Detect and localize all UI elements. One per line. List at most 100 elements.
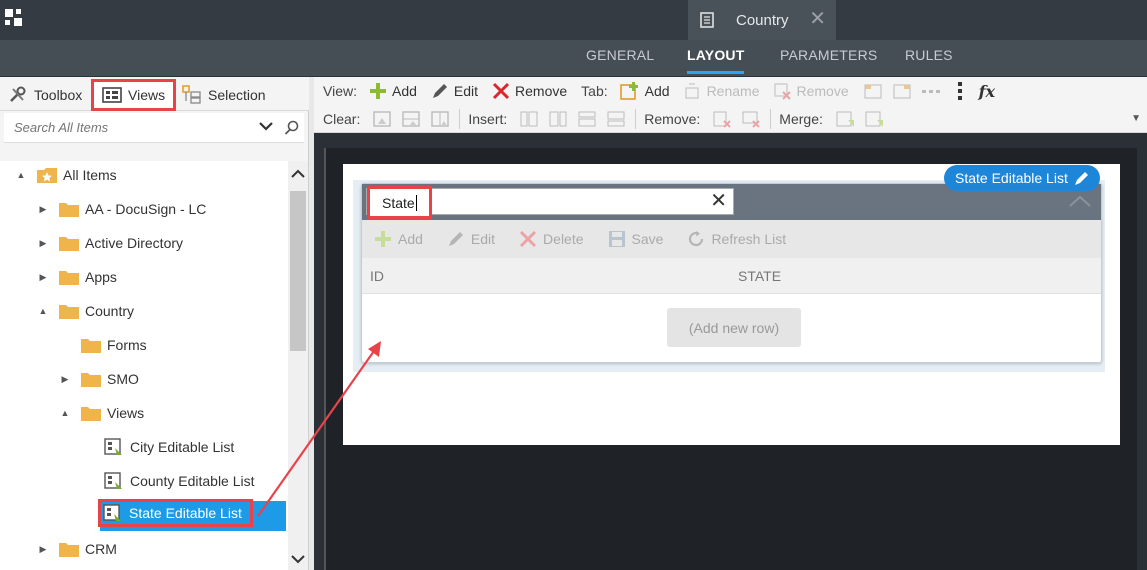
list-add-label: Add: [398, 231, 423, 247]
view-add-button[interactable]: Add: [369, 82, 417, 100]
more-horizontal-icon[interactable]: [921, 82, 941, 100]
list-delete-label: Delete: [543, 231, 584, 247]
search-input[interactable]: [4, 113, 234, 141]
view-remove-button[interactable]: Remove: [492, 82, 567, 100]
merge-right-icon[interactable]: [835, 110, 855, 128]
tab-add-button[interactable]: Add: [619, 81, 670, 101]
add-new-row-button[interactable]: (Add new row): [667, 308, 801, 347]
tab-views-label: Views: [128, 87, 166, 103]
tab-general[interactable]: GENERAL: [586, 47, 654, 63]
tree-scrollbar[interactable]: [288, 161, 308, 570]
plus-icon: [375, 231, 391, 247]
close-icon[interactable]: ✕: [809, 9, 826, 29]
tree-item-country[interactable]: ▲ Country: [38, 297, 134, 325]
view-name-badge-label: State Editable List: [955, 170, 1068, 186]
remove-row-icon[interactable]: [741, 110, 761, 128]
tree-item-all-items[interactable]: ▲ All Items: [16, 161, 117, 189]
view-name-badge[interactable]: State Editable List: [944, 165, 1100, 191]
tree-item-crm[interactable]: ▶ CRM: [38, 535, 117, 563]
state-editable-list-view[interactable]: State ✕ Add Edit Delete Save Refresh Lis…: [361, 183, 1102, 363]
tree-item-label: State Editable List: [129, 505, 242, 521]
search-icon[interactable]: [284, 120, 300, 136]
chevron-down-icon[interactable]: [258, 118, 274, 134]
tree-item-city-editable-list[interactable]: City Editable List: [84, 433, 234, 461]
remove-column-icon[interactable]: [712, 110, 732, 128]
tree-item-smo[interactable]: ▶ SMO: [60, 365, 139, 393]
tab-move-right-icon[interactable]: [892, 82, 912, 100]
tab-layout[interactable]: LAYOUT: [687, 47, 745, 74]
expand-icon[interactable]: ▶: [38, 238, 48, 249]
list-refresh-button[interactable]: Refresh List: [687, 230, 786, 248]
expand-icon[interactable]: ▶: [38, 544, 48, 555]
tree-view: ▲ All Items ▶ AA - DocuSign - LC ▶ Activ…: [0, 161, 288, 570]
insert-row-above-icon[interactable]: [577, 110, 597, 128]
folder-icon: [81, 407, 101, 421]
tree-item-aa-docusign[interactable]: ▶ AA - DocuSign - LC: [38, 195, 206, 223]
expand-icon[interactable]: ▶: [38, 204, 48, 215]
refresh-icon: [689, 231, 704, 247]
tab-views[interactable]: Views: [91, 79, 177, 111]
list-delete-button[interactable]: Delete: [519, 230, 584, 248]
more-vertical-icon[interactable]: [950, 82, 970, 100]
collapse-icon[interactable]: ▲: [38, 306, 48, 316]
merge-down-icon[interactable]: [864, 110, 884, 128]
tab-rules[interactable]: RULES: [905, 47, 953, 63]
app-grid-icon[interactable]: [5, 9, 25, 29]
tree-item-county-editable-list[interactable]: County Editable List: [84, 467, 255, 495]
toolbar-overflow-icon[interactable]: ▼: [1131, 113, 1141, 124]
tree-item-state-editable-list[interactable]: State Editable List: [98, 499, 253, 527]
tree-item-label: AA - DocuSign - LC: [85, 201, 207, 217]
chevron-up-icon[interactable]: [1069, 194, 1091, 208]
insert-row-below-icon[interactable]: [606, 110, 626, 128]
tab-selection[interactable]: Selection: [182, 81, 266, 109]
expand-icon[interactable]: ▶: [60, 374, 70, 385]
column-header-state[interactable]: STATE: [738, 268, 781, 284]
tree-item-active-directory[interactable]: ▶ Active Directory: [38, 229, 183, 257]
chevron-up-icon[interactable]: [291, 167, 305, 181]
editable-list-view-icon: [103, 504, 121, 521]
tab-remove-button[interactable]: Remove: [773, 82, 849, 100]
collapse-icon[interactable]: ▲: [16, 170, 26, 180]
left-panel: Toolbox Views Selection Search All Items…: [0, 77, 309, 570]
list-save-button[interactable]: Save: [608, 230, 663, 248]
tree-item-label: Views: [107, 405, 145, 421]
folder-icon: [59, 237, 79, 251]
list-add-button[interactable]: Add: [374, 230, 423, 248]
views-icon: [102, 87, 122, 103]
tab-rename-label: Rename: [706, 83, 760, 99]
star-folder-icon: [37, 168, 57, 183]
tree-item-label: All Items: [63, 167, 117, 183]
close-icon[interactable]: ✕: [710, 191, 727, 211]
clear-column-icon[interactable]: [430, 110, 450, 128]
insert-column-right-icon[interactable]: [548, 110, 568, 128]
list-edit-button[interactable]: Edit: [447, 230, 495, 248]
tree-item-apps[interactable]: ▶ Apps: [38, 263, 117, 291]
tree-item-forms[interactable]: Forms: [60, 331, 147, 359]
tab-move-left-icon[interactable]: [863, 82, 883, 100]
view-title-value[interactable]: State: [367, 186, 432, 219]
scrollbar-thumb[interactable]: [290, 191, 306, 351]
tab-rename-button[interactable]: Rename: [684, 82, 760, 100]
chevron-down-icon[interactable]: [291, 552, 305, 566]
tree-item-label: Apps: [85, 269, 117, 285]
column-header-id[interactable]: ID: [370, 268, 384, 284]
folder-icon: [59, 203, 79, 217]
expand-icon[interactable]: ▶: [38, 272, 48, 283]
insert-label: Insert:: [468, 111, 508, 127]
insert-column-left-icon[interactable]: [519, 110, 539, 128]
tree-item-views[interactable]: ▲ Views: [60, 399, 144, 427]
save-icon: [608, 231, 625, 247]
document-tab-country[interactable]: Country ✕: [688, 0, 836, 40]
tab-toolbox[interactable]: Toolbox: [8, 81, 82, 109]
view-add-label: Add: [391, 83, 417, 99]
view-title-input[interactable]: State ✕: [366, 186, 734, 219]
pencil-icon: [1074, 172, 1088, 185]
clear-row-icon[interactable]: [401, 110, 421, 128]
expression-button[interactable]: fx: [979, 82, 995, 101]
collapse-icon[interactable]: ▲: [60, 408, 70, 418]
tab-parameters[interactable]: PARAMETERS: [780, 47, 877, 63]
tree-item-label: County Editable List: [130, 473, 255, 489]
clear-cell-icon[interactable]: [372, 110, 392, 128]
view-edit-button[interactable]: Edit: [431, 82, 478, 100]
tree-item-label: Forms: [107, 337, 147, 353]
